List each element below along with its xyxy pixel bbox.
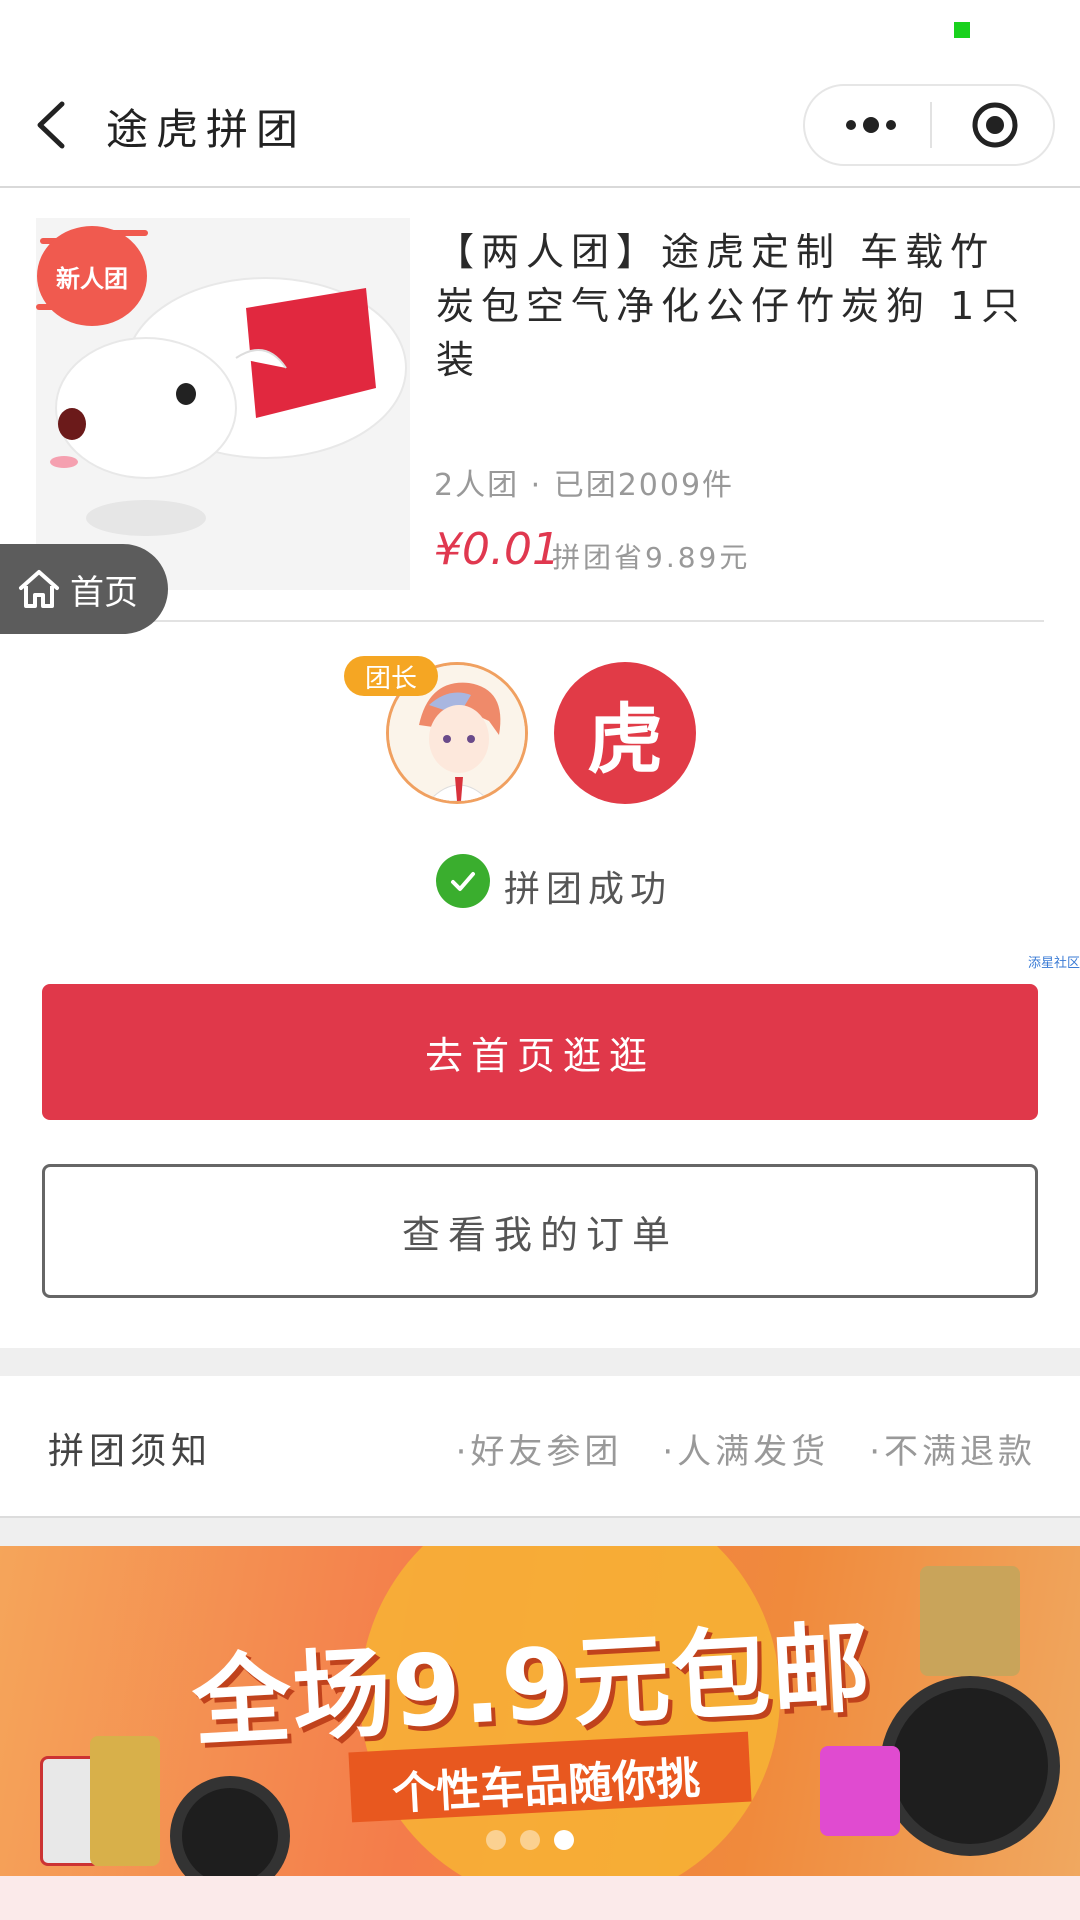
more-dots-icon <box>846 117 896 133</box>
product-title[interactable]: 【两人团】途虎定制 车载竹炭包空气净化公仔竹炭狗 1只装 <box>436 225 1036 387</box>
tire-image <box>880 1676 1060 1856</box>
mini-program-capsule <box>803 84 1055 166</box>
chevron-left-icon <box>37 101 65 149</box>
carousel-dot-active[interactable] <box>554 1830 574 1850</box>
close-button[interactable] <box>945 86 1045 164</box>
community-link[interactable]: 添星社区 <box>1028 952 1080 971</box>
view-orders-button[interactable]: 查看我的订单 <box>42 1164 1038 1298</box>
oil-bottle-image <box>920 1566 1020 1676</box>
wheel-image <box>170 1776 290 1876</box>
rule-item: ·人满发货 <box>662 1432 830 1472</box>
tuhu-logo-avatar: 虎 <box>554 662 696 804</box>
home-float-label: 首页 <box>70 572 138 613</box>
home-float-button[interactable]: 首页 <box>0 544 168 634</box>
rule-item: ·好友参团 <box>455 1432 623 1472</box>
group-rules: 拼团须知 ·好友参团 ·人满发货 ·不满退款 <box>0 1376 1080 1516</box>
section-gap <box>0 1348 1080 1376</box>
nav-bar: 途虎拼团 <box>0 62 1080 188</box>
carousel-dot[interactable] <box>486 1830 506 1850</box>
promo-banner[interactable]: 全场9.9元包邮 个性车品随你挑 <box>0 1546 1080 1876</box>
group-success-text: 拼团成功 <box>504 869 673 910</box>
rule-item: ·不满退款 <box>869 1432 1036 1472</box>
section-gap <box>0 1516 1080 1546</box>
product-price: ¥0.01 <box>434 524 560 575</box>
bottom-section-peek <box>0 1876 1080 1920</box>
target-close-icon <box>972 102 1018 148</box>
carousel-dots <box>486 1830 574 1850</box>
capsule-divider <box>930 102 932 148</box>
new-user-badge: 新人团 <box>37 226 147 326</box>
product-group-meta: 2人团 · 已团2009件 <box>434 468 735 503</box>
rules-title: 拼团须知 <box>48 1431 213 1472</box>
oil-bottle-image <box>90 1736 160 1866</box>
more-button[interactable] <box>821 86 921 164</box>
success-check-icon <box>436 854 490 908</box>
sponge-image <box>820 1746 900 1836</box>
leader-tag: 团长 <box>344 656 438 696</box>
carousel-dot[interactable] <box>520 1830 540 1850</box>
home-icon <box>19 570 59 608</box>
page-title: 途虎拼团 <box>106 105 307 154</box>
divider <box>36 620 1044 622</box>
product-saving: 拼团省9.89元 <box>552 541 751 574</box>
status-indicator <box>954 22 970 38</box>
rules-items: ·好友参团 ·人满发货 ·不满退款 <box>456 1424 1036 1473</box>
back-button[interactable] <box>30 98 74 152</box>
go-home-button[interactable]: 去首页逛逛 <box>42 984 1038 1120</box>
